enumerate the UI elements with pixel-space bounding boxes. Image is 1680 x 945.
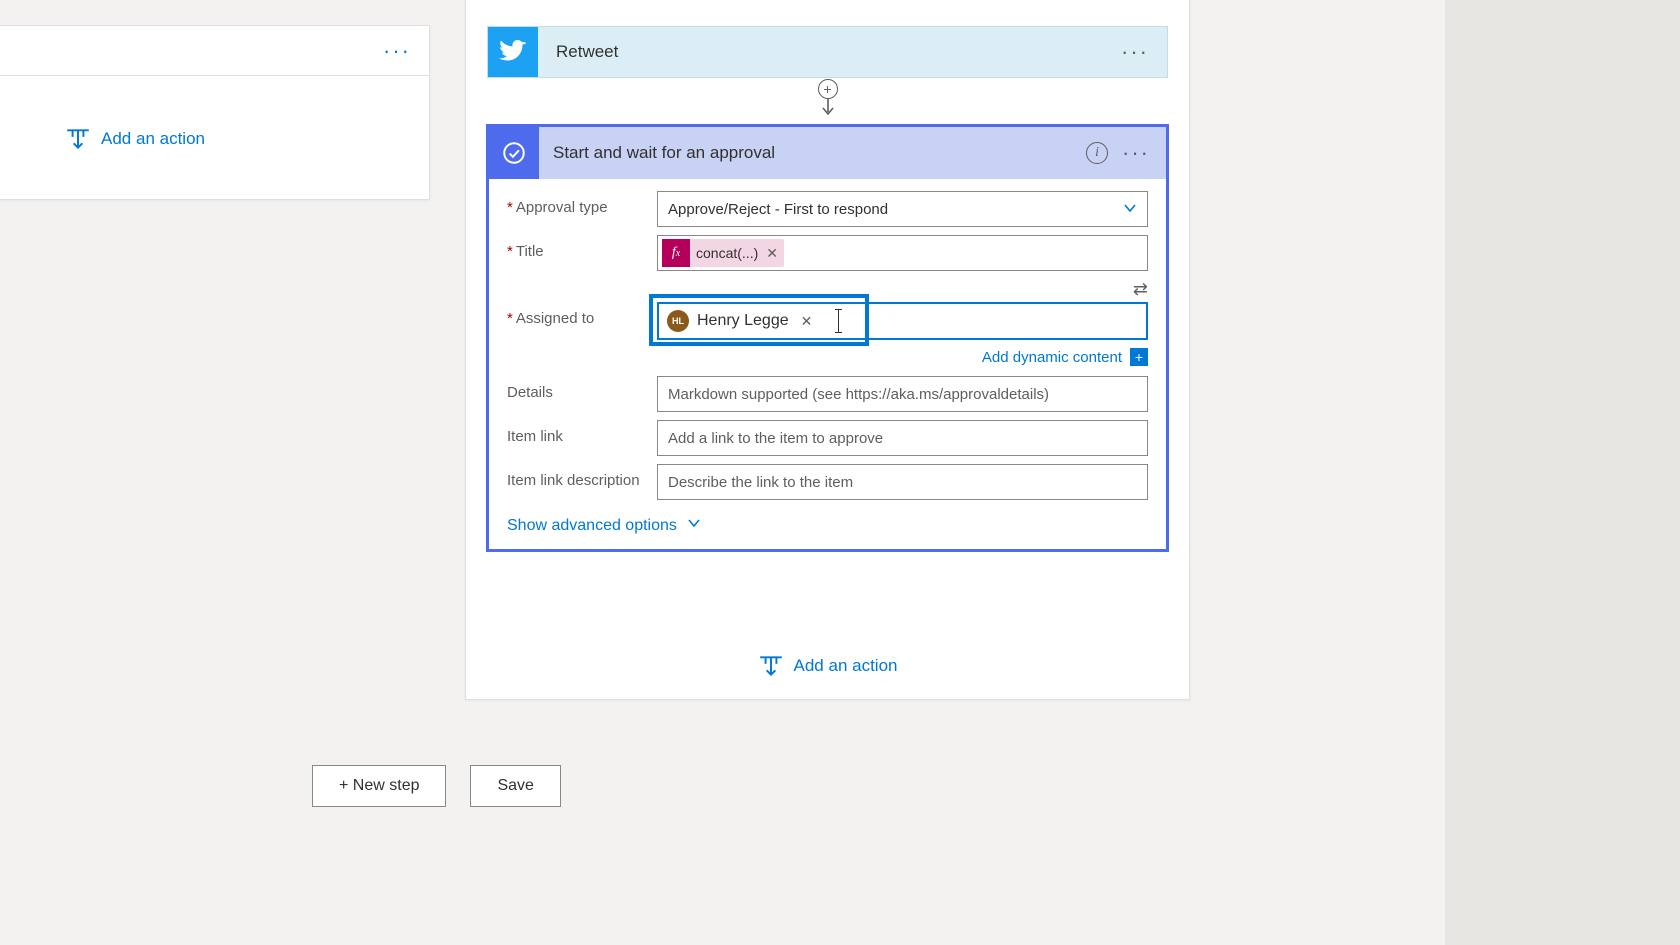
field-row-item-link-description: Item link description [507,464,1148,500]
expand-dynamic-content-icon[interactable]: + [1130,348,1148,366]
insert-action-icon [758,653,784,679]
approval-header[interactable]: Start and wait for an approval i ··· [489,127,1166,179]
bottom-add-action-row: Add an action [466,653,1189,679]
add-action-label: Add an action [101,129,205,149]
text-cursor-icon [838,310,839,332]
details-input[interactable] [657,376,1148,412]
swap-icon[interactable]: ⇄ [1133,279,1148,300]
ellipsis-icon[interactable]: ··· [1122,140,1150,166]
retweet-action-card[interactable]: Retweet ··· [487,26,1168,78]
field-row-approval-type: *Approval type Approve/Reject - First to… [507,191,1148,227]
main-flow-column: Retweet ··· + Start and wait for an appr… [465,0,1190,700]
remove-person-icon[interactable]: ✕ [797,313,817,330]
add-dynamic-content-link[interactable]: Add dynamic content [982,349,1122,366]
right-panel [1445,0,1680,945]
left-card-header: ··· [0,26,429,76]
chevron-down-icon [1123,201,1137,218]
new-step-button[interactable]: + New step [312,765,446,807]
approval-type-select[interactable]: Approve/Reject - First to respond [657,191,1148,227]
left-branch-card: ··· Add an action [0,25,430,200]
ellipsis-icon[interactable]: ··· [383,38,411,64]
arrow-down-icon [821,96,835,121]
flow-connector: + [818,78,838,121]
expression-label: concat(...) [696,245,758,261]
label-text: Assigned to [516,310,594,327]
add-dynamic-content-row: Add dynamic content + [507,348,1148,366]
avatar: HL [667,310,689,332]
save-button[interactable]: Save [470,765,560,807]
person-chip[interactable]: HL Henry Legge ✕ [663,306,820,336]
swap-mode-row: ⇄ [507,279,1148,300]
show-advanced-label: Show advanced options [507,517,677,535]
title-input[interactable]: fx concat(...) ✕ [657,235,1148,271]
approval-action-card: Start and wait for an approval i ··· *Ap… [486,124,1169,552]
field-row-assigned-to: *Assigned to HL Henry Legge ✕ [507,302,1148,340]
field-label: *Assigned to [507,302,657,327]
chevron-down-icon [687,516,701,535]
field-label: *Title [507,235,657,260]
label-text: Approval type [516,199,608,216]
add-action-button[interactable]: Add an action [65,126,205,152]
person-name: Henry Legge [697,312,789,330]
info-icon[interactable]: i [1086,142,1108,164]
remove-token-icon[interactable]: ✕ [766,245,778,262]
select-value: Approve/Reject - First to respond [668,201,888,218]
retweet-title: Retweet [556,42,1121,62]
left-card-body: Add an action [0,76,429,201]
footer-toolbar: + New step Save [312,765,561,807]
item-link-description-input[interactable] [657,464,1148,500]
twitter-icon [488,27,538,77]
field-row-title: *Title fx concat(...) ✕ [507,235,1148,271]
approval-body: *Approval type Approve/Reject - First to… [489,179,1166,549]
item-link-input[interactable] [657,420,1148,456]
expression-token[interactable]: fx concat(...) ✕ [662,239,784,267]
add-action-label: Add an action [794,656,898,676]
field-row-details: Details [507,376,1148,412]
approval-title: Start and wait for an approval [553,143,1086,163]
label-text: Title [516,243,544,260]
assigned-to-input[interactable]: HL Henry Legge ✕ [657,302,1148,340]
field-label: Item link description [507,464,657,489]
insert-action-icon [65,126,91,152]
show-advanced-options-link[interactable]: Show advanced options [507,516,701,535]
add-step-plus-icon[interactable]: + [818,79,838,99]
add-action-button[interactable]: Add an action [758,653,898,679]
field-label: *Approval type [507,191,657,216]
ellipsis-icon[interactable]: ··· [1121,39,1149,65]
field-label: Item link [507,420,657,445]
fx-icon: fx [662,239,690,267]
approval-icon [489,127,539,179]
field-label: Details [507,376,657,401]
field-row-item-link: Item link [507,420,1148,456]
